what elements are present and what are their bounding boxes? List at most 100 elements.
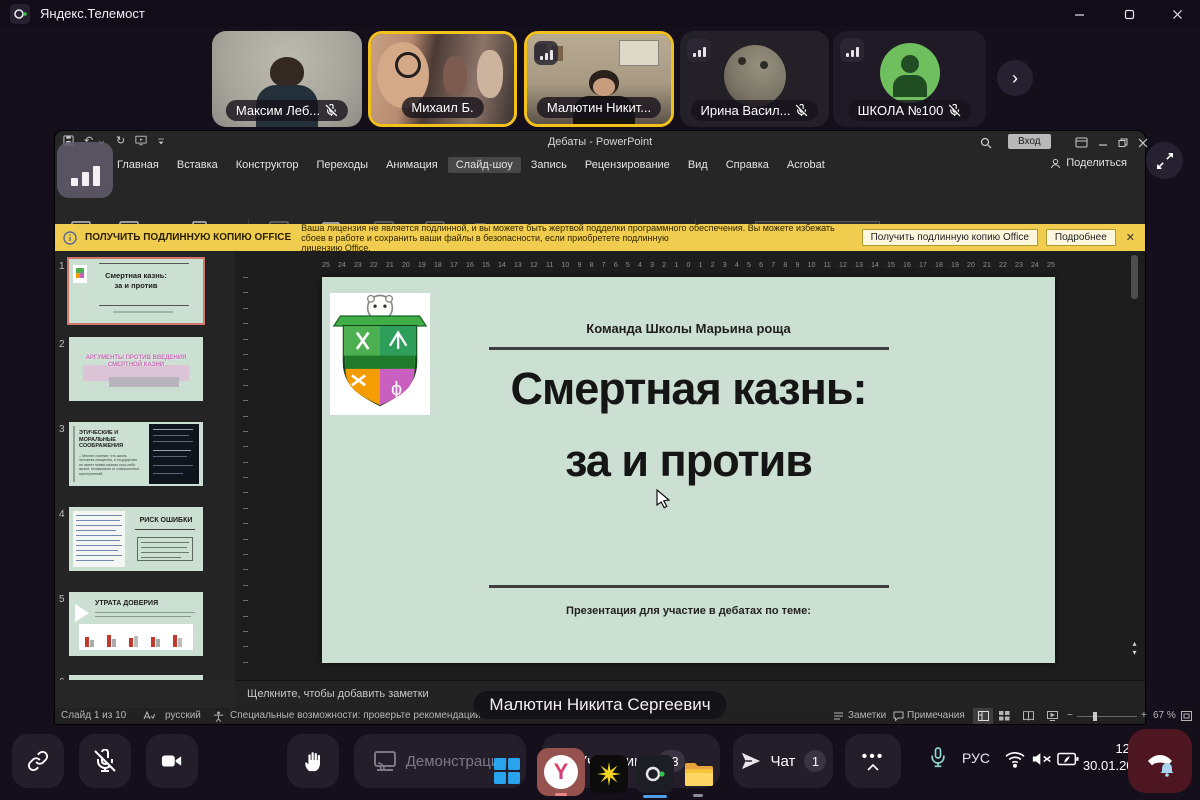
more-options-button[interactable]: ••• [845,734,901,788]
tray-language[interactable]: РУС [962,750,990,766]
vertical-ruler [241,277,251,663]
redo-icon[interactable]: ↻ [116,134,125,147]
tab-perekhody[interactable]: Переходы [308,157,376,173]
comments-toggle[interactable]: Примечания [907,710,965,721]
slide-thumbnail-1[interactable]: Смертная казнь:за и против [69,259,203,323]
ribbon-options-icon[interactable] [1075,137,1088,148]
windows-start-icon[interactable] [492,756,522,786]
raise-hand-button[interactable] [287,734,339,788]
view-slideshow-button[interactable] [1047,711,1058,721]
copy-link-button[interactable] [12,734,64,788]
microphone-button[interactable] [79,734,131,788]
tab-acrobat[interactable]: Acrobat [779,157,833,173]
horizontal-ruler: 2524232221201918171615141312111098765432… [322,259,1055,271]
next-participants-button[interactable]: › [997,60,1033,96]
share-button[interactable]: Поделиться [1050,157,1127,169]
slide-thumbnail-2[interactable]: АРГУМЕНТЫ ПРОТИВ ВВЕДЕНИЯ СМЕРТНОЙ КАЗНИ [69,337,203,401]
ruler-tick: 21 [983,262,991,269]
ruler-tick: 17 [919,262,927,269]
ruler-tick: 12 [530,262,538,269]
ppt-minimize-button[interactable] [1098,140,1108,150]
mouse-cursor [656,489,671,509]
zoom-slider-thumb[interactable] [1093,712,1097,721]
wifi-icon[interactable] [1004,750,1026,768]
tab-glavnaya[interactable]: Главная [109,157,167,173]
tab-konstruktor[interactable]: Конструктор [228,157,307,173]
expand-fullscreen-button[interactable] [1146,142,1183,179]
tab-zapis[interactable]: Запись [523,157,575,173]
tray-mic-icon[interactable] [928,746,948,770]
tab-spravka[interactable]: Справка [718,157,777,173]
notes-toggle[interactable]: Заметки [848,710,886,721]
view-reading-button[interactable] [1023,711,1034,721]
chat-button[interactable]: Чат 1 [733,734,833,788]
ruler-tick: 7 [771,262,775,269]
ruler-tick: 1 [699,262,703,269]
camera-button[interactable] [146,734,198,788]
ruler-tick: 20 [402,262,410,269]
view-sorter-button[interactable] [999,711,1010,721]
tab-retsenzirovanie[interactable]: Рецензирование [577,157,678,173]
learn-more-button[interactable]: Подробнее [1046,229,1116,246]
tab-vid[interactable]: Вид [680,157,716,173]
participant-tile-mikhail[interactable]: Михаил Б. [368,31,517,127]
slide-canvas[interactable]: ϕ Команда Школы Марьина роща Смертная ка… [322,277,1055,663]
starburst-app-icon[interactable] [590,755,628,793]
language-status[interactable]: русский [165,710,201,721]
qat-customize-icon[interactable] [157,138,165,144]
person-avatar [880,43,940,103]
close-button[interactable] [1160,3,1194,25]
ppt-titlebar: ↶ ⌄ ↻ Дебаты - PowerPoint Вход [55,131,1145,155]
maximize-button[interactable] [1112,3,1146,25]
participant-tile-malyutin[interactable]: Малютин Никит... [524,31,674,127]
telemost-taskbar-icon[interactable] [636,755,674,793]
signin-button[interactable]: Вход [1008,134,1051,149]
ruler-tick: 10 [808,262,816,269]
divider-line-top [489,347,889,350]
zoom-out-icon[interactable]: − [1067,710,1073,721]
presenter-name-overlay: Малютин Никита Сергеевич [473,691,726,719]
volume-muted-icon[interactable] [1032,750,1052,768]
participant-tile-irina[interactable]: Ирина Васил... [680,31,829,127]
zoom-slider-track[interactable] [1077,716,1137,717]
end-call-button[interactable] [1128,729,1192,793]
tab-animatsiya[interactable]: Анимация [378,157,446,173]
yandex-browser-icon[interactable]: Y [537,748,585,796]
banner-close-icon[interactable]: ✕ [1126,231,1135,244]
mic-off-icon [948,104,961,117]
tab-slideshow[interactable]: Слайд-шоу [448,157,521,173]
ruler-tick: 19 [951,262,959,269]
slide-thumbnail-6[interactable]: АРГУМЕНТЫ ЗА ВВЕДЕНИЕСМЕРТНОЙ КАЗНИ [69,675,203,680]
slide-subtitle: Презентация для участие в дебатах по тем… [322,605,1055,617]
ppt-close-button[interactable] [1138,138,1148,148]
slideshow-icon[interactable] [135,135,147,146]
zoom-in-icon[interactable]: + [1141,710,1147,721]
zoom-level[interactable]: 67 % [1153,710,1176,721]
get-genuine-office-button[interactable]: Получить подлинную копию Office [862,229,1038,246]
thumb-number: 4 [59,509,65,520]
accessibility-status[interactable]: Специальные возможности: проверьте реком… [230,710,481,721]
slide-nav-arrows[interactable]: ▴▾ [1128,639,1141,657]
slide-thumbnail-4[interactable]: РИСК ОШИБКИ [69,507,203,571]
editor-area: 1 Смертная казнь:за и против 2 [55,251,1145,680]
dots-icon: ••• [862,752,885,762]
ruler-tick: 14 [498,262,506,269]
tab-vstavka[interactable]: Вставка [169,157,226,173]
spelling-icon[interactable] [143,711,155,722]
slide-thumbnail-3[interactable]: ЭТИЧЕСКИЕ И МОРАЛЬНЫЕ СООБРАЖЕНИЯ – Мног… [69,422,203,486]
slide-thumbnail-5[interactable]: УТРАТА ДОВЕРИЯ [69,592,203,656]
minimize-button[interactable] [1062,3,1096,25]
view-normal-button[interactable] [973,708,993,724]
thumb-number: 6 [59,677,65,680]
fit-window-icon[interactable] [1181,711,1192,721]
search-icon[interactable] [980,137,992,149]
vertical-scrollbar[interactable] [1130,251,1139,663]
file-explorer-icon[interactable] [682,758,716,792]
thumb-number: 1 [59,261,65,272]
slide-thumbnails-panel: 1 Смертная казнь:за и против 2 [55,251,235,680]
telemost-logo-icon [10,4,30,24]
participant-tile-school[interactable]: ШКОЛА №100 [833,31,986,127]
participant-tile-maksim[interactable]: Максим Леб... [212,31,362,127]
ppt-restore-button[interactable] [1118,138,1128,148]
scrollbar-thumb[interactable] [1131,255,1138,299]
